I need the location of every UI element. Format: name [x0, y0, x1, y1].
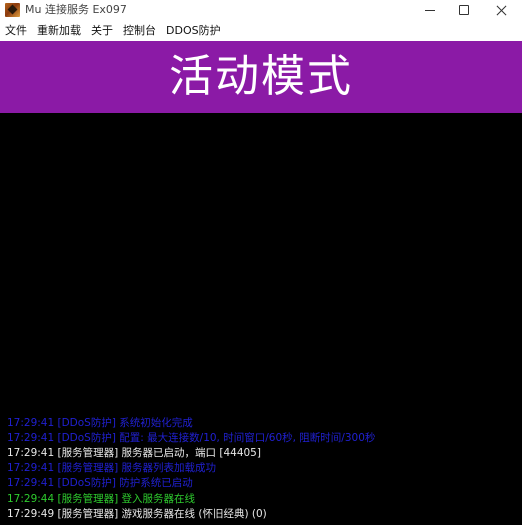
log-line: 17:29:41 [服务管理器] 服务器列表加载成功: [7, 462, 217, 475]
mode-banner-text: 活动模式: [169, 51, 353, 102]
menu-item-console[interactable]: 控制台: [118, 22, 161, 40]
app-icon: [5, 3, 20, 17]
maximize-icon: [459, 5, 469, 15]
menu-item-ddos-protection[interactable]: DDOS防护: [161, 22, 226, 40]
menu-item-file[interactable]: 文件: [0, 22, 32, 40]
log-line: 17:29:41 [DDoS防护] 配置: 最大连接数/10, 时间窗口/60秒…: [7, 431, 376, 444]
log-line: 17:29:49 [服务管理器] 游戏服务器在线 (怀旧经典) (0): [7, 507, 267, 520]
log-list: 17:29:41 [DDoS防护] 系统初始化完成 17:29:41 [DDoS…: [7, 416, 519, 522]
minimize-icon: [425, 9, 435, 11]
mode-banner: 活动模式: [0, 41, 522, 113]
close-button[interactable]: [484, 0, 518, 20]
log-line: 17:29:41 [服务管理器] 服务器已启动，端口 [44405]: [7, 446, 261, 459]
maximize-button[interactable]: [447, 0, 481, 20]
menu-item-reload[interactable]: 重新加载: [32, 22, 86, 40]
minimize-button[interactable]: [413, 0, 447, 20]
menu-bar: 文件 重新加载 关于 控制台 DDOS防护: [0, 22, 522, 40]
console-log[interactable]: 17:29:41 [DDoS防护] 系统初始化完成 17:29:41 [DDoS…: [0, 113, 522, 525]
log-line: 17:29:41 [DDoS防护] 防护系统已启动: [7, 477, 193, 490]
menu-item-about[interactable]: 关于: [86, 22, 118, 40]
app-window: Mu 连接服务 Ex097 文件 重新加载 关于 控制台 DDOS防护 活动模式…: [0, 0, 522, 525]
log-line: 17:29:44 [服务管理器] 登入服务器在线: [7, 492, 196, 505]
window-title: Mu 连接服务 Ex097: [25, 3, 127, 16]
close-icon: [496, 5, 507, 16]
title-bar[interactable]: Mu 连接服务 Ex097: [0, 0, 522, 20]
log-line: 17:29:41 [DDoS防护] 系统初始化完成: [7, 416, 193, 429]
